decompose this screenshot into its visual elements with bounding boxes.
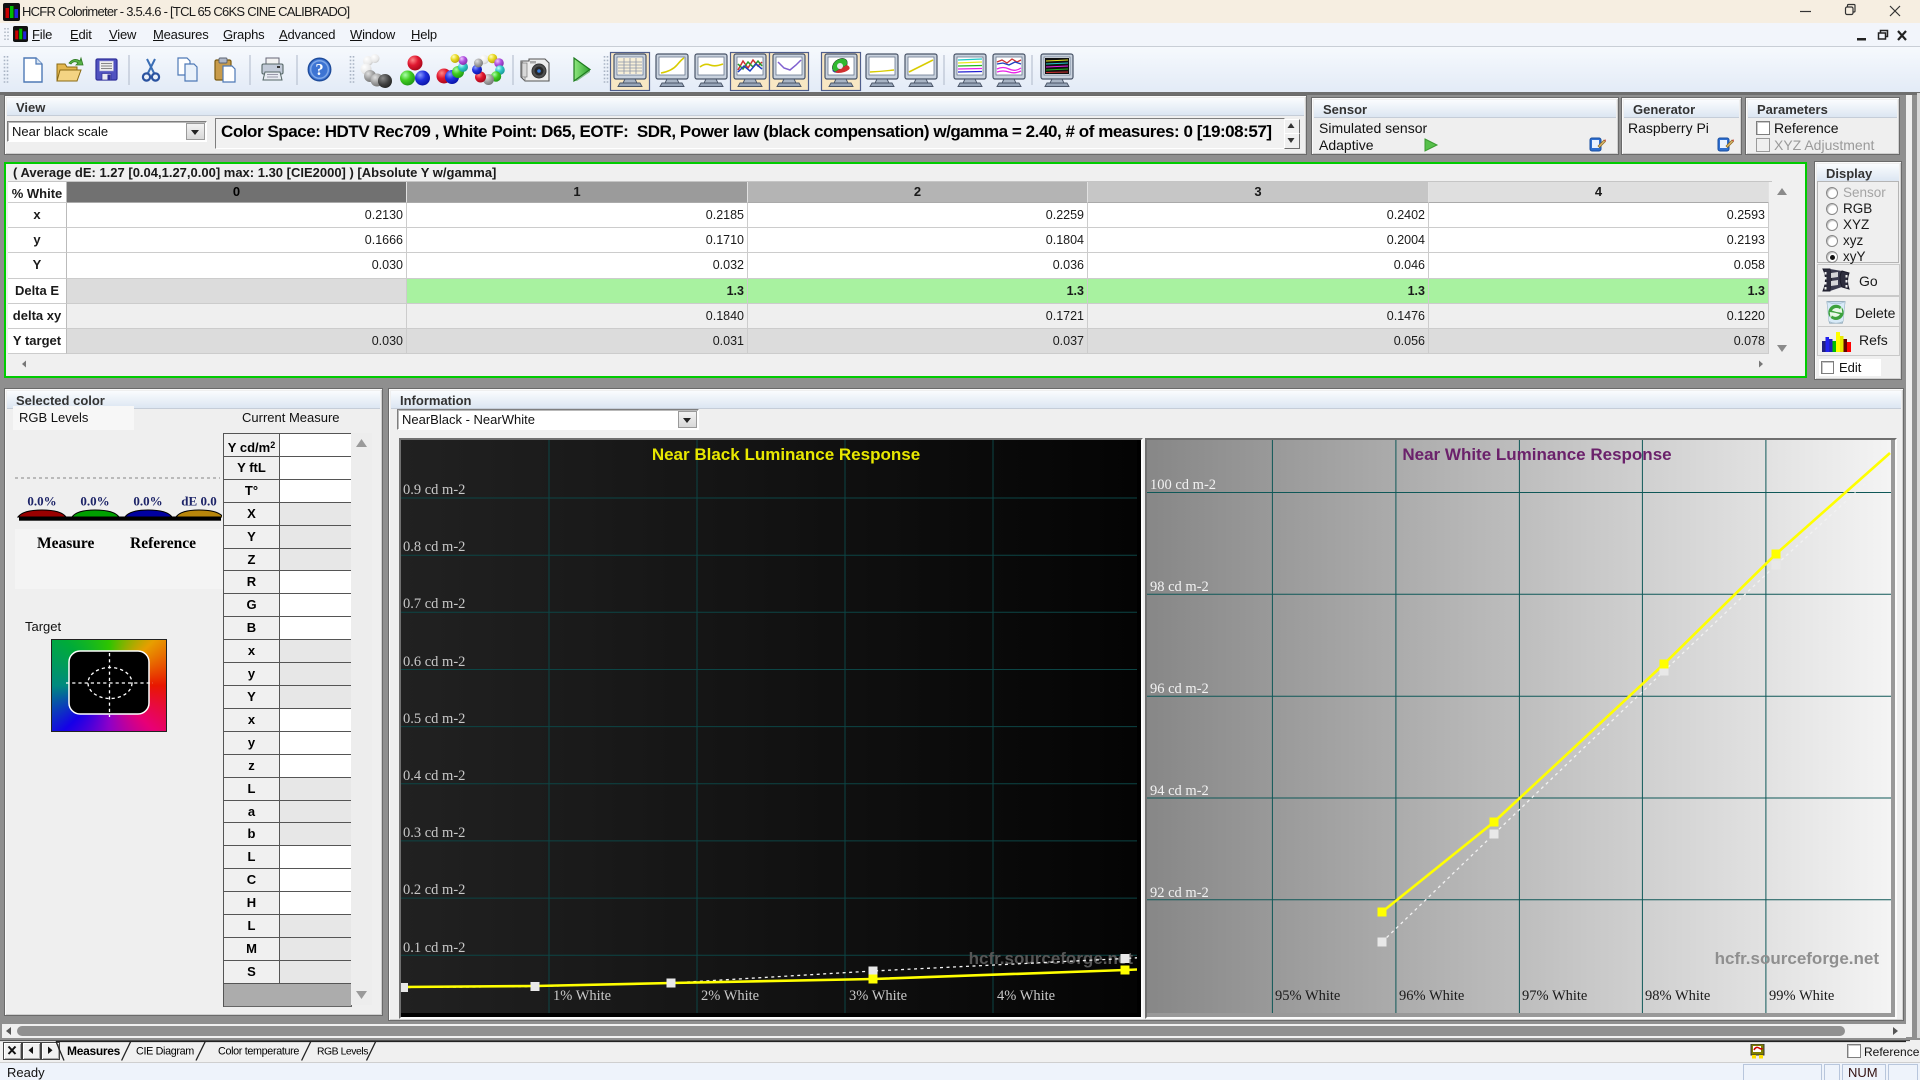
svg-text:Near White Luminance Response: Near White Luminance Response — [1402, 445, 1671, 464]
svg-text:RGB Levels: RGB Levels — [317, 1047, 368, 1058]
svg-text:Near Black Luminance Response: Near Black Luminance Response — [652, 445, 920, 464]
svg-text:3% White: 3% White — [849, 988, 907, 1004]
svg-text:96 cd m-2: 96 cd m-2 — [1150, 681, 1209, 697]
svg-text:?: ? — [315, 60, 323, 79]
svg-text:98 cd m-2: 98 cd m-2 — [1150, 579, 1209, 595]
svg-text:98% White: 98% White — [1645, 988, 1710, 1004]
svg-text:95% White: 95% White — [1275, 988, 1340, 1004]
svg-text:0.5 cd m-2: 0.5 cd m-2 — [403, 711, 465, 727]
svg-text:2% White: 2% White — [701, 988, 759, 1004]
svg-text:0.0%: 0.0% — [133, 494, 162, 509]
svg-text:CIE Diagram: CIE Diagram — [136, 1046, 194, 1058]
svg-text:0.0%: 0.0% — [27, 494, 56, 509]
svg-text:0.9 cd m-2: 0.9 cd m-2 — [403, 482, 465, 498]
svg-text:0.1 cd m-2: 0.1 cd m-2 — [403, 940, 465, 956]
svg-text:dE 0.0: dE 0.0 — [181, 494, 216, 509]
svg-text:0.2 cd m-2: 0.2 cd m-2 — [403, 882, 465, 898]
svg-text:0.6 cd m-2: 0.6 cd m-2 — [403, 654, 465, 670]
svg-text:99% White: 99% White — [1769, 988, 1834, 1004]
svg-text:Measures: Measures — [67, 1044, 121, 1058]
svg-text:92 cd m-2: 92 cd m-2 — [1150, 885, 1209, 901]
svg-text:4% White: 4% White — [997, 988, 1055, 1004]
svg-text:Color temperature: Color temperature — [218, 1046, 299, 1058]
svg-text:96% White: 96% White — [1399, 988, 1464, 1004]
svg-text:0.7 cd m-2: 0.7 cd m-2 — [403, 596, 465, 612]
svg-text:97% White: 97% White — [1522, 988, 1587, 1004]
svg-text:0.0%: 0.0% — [80, 494, 109, 509]
svg-text:hcfr.sourceforge.net: hcfr.sourceforge.net — [1715, 949, 1880, 968]
svg-text:0.4 cd m-2: 0.4 cd m-2 — [403, 768, 465, 784]
svg-text:0.8 cd m-2: 0.8 cd m-2 — [403, 539, 465, 555]
svg-text:1% White: 1% White — [553, 988, 611, 1004]
svg-text:94 cd m-2: 94 cd m-2 — [1150, 783, 1209, 799]
svg-text:100 cd m-2: 100 cd m-2 — [1150, 477, 1216, 493]
svg-text:0.3 cd m-2: 0.3 cd m-2 — [403, 825, 465, 841]
